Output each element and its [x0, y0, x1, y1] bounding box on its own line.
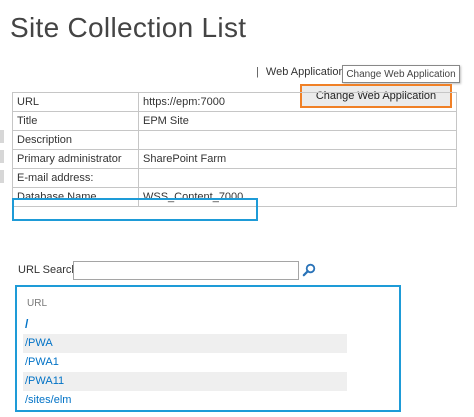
description-value [138, 130, 457, 150]
title-value: EPM Site [138, 111, 457, 131]
site-info-table: URL https://epm:7000 Title EPM Site Desc… [12, 92, 457, 207]
edge-marker [0, 150, 4, 163]
separator: | [256, 66, 259, 78]
url-link-pwa11[interactable]: /PWA11 [23, 372, 347, 391]
web-application-label: Web Application: [265, 66, 348, 78]
table-row: Title EPM Site [12, 111, 457, 131]
url-list: URL / /PWA /PWA1 /PWA11 /sites/elm [15, 285, 401, 412]
web-application-bar: | Web Application: [256, 66, 348, 78]
url-column-header: URL [27, 298, 48, 309]
url-link-pwa1[interactable]: /PWA1 [23, 353, 347, 372]
edge-marker [0, 130, 4, 143]
database-name-label: Database Name [12, 187, 139, 207]
table-row: Primary administrator SharePoint Farm [12, 149, 457, 169]
edge-marker [0, 170, 4, 183]
table-row: URL https://epm:7000 [12, 92, 457, 112]
table-row: E-mail address: [12, 168, 457, 188]
email-value [138, 168, 457, 188]
title-label: Title [12, 111, 139, 131]
primary-admin-value: SharePoint Farm [138, 149, 457, 169]
url-link-root[interactable]: / [23, 315, 347, 334]
primary-admin-label: Primary administrator [12, 149, 139, 169]
page-title: Site Collection List [10, 12, 247, 43]
table-row: Description [12, 130, 457, 150]
left-edge-markers [0, 130, 5, 190]
table-row: Database Name WSS_Content_7000 [12, 187, 457, 207]
email-label: E-mail address: [12, 168, 139, 188]
url-link-sites-elm[interactable]: /sites/elm [23, 391, 347, 410]
search-icon[interactable] [302, 263, 316, 277]
database-name-value: WSS_Content_7000 [138, 187, 457, 207]
url-value: https://epm:7000 [138, 92, 457, 112]
url-search-input[interactable] [73, 261, 299, 280]
url-search-label: URL Search [18, 264, 78, 276]
url-label: URL [12, 92, 139, 112]
url-link-pwa[interactable]: /PWA [23, 334, 347, 353]
web-application-dropdown[interactable]: Change Web Application [342, 65, 460, 83]
description-label: Description [12, 130, 139, 150]
